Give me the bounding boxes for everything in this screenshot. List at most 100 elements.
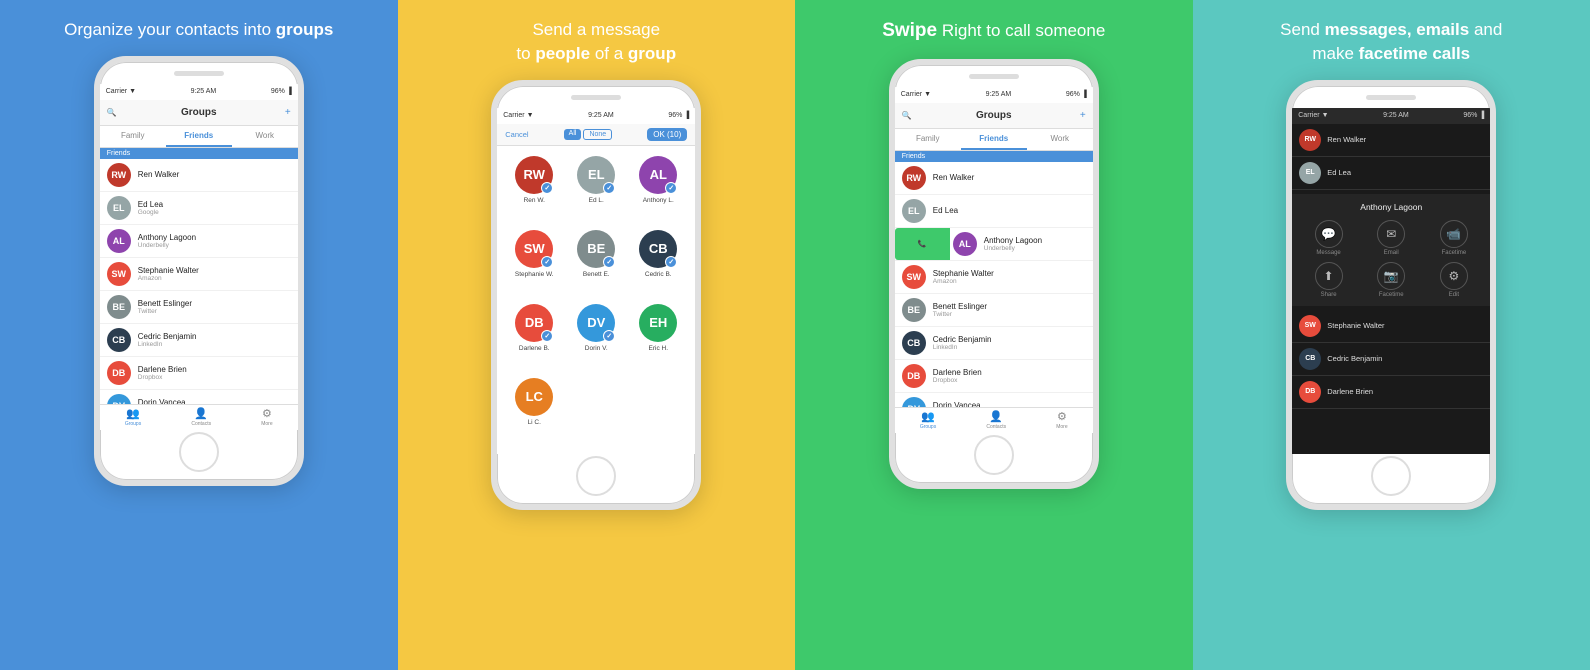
- search-icon-3[interactable]: 🔍: [902, 111, 912, 120]
- action-contact-name: Anthony Lagoon: [1300, 202, 1482, 212]
- contact-anthony-swipe[interactable]: 📞 AL Anthony Lagoon Underbelly: [895, 228, 1093, 261]
- more-icon-3: ⚙: [1057, 410, 1067, 423]
- grid-contact-sw[interactable]: SW✓ Stephanie W.: [507, 230, 561, 296]
- facetime2-label: Facetime: [1379, 292, 1404, 298]
- bottom-tab-groups-3[interactable]: 👥 Groups: [920, 410, 936, 430]
- grid-name-dv: Dorin V.: [585, 345, 608, 352]
- grid-contact-rw[interactable]: RW✓ Ren W.: [507, 156, 561, 222]
- bottom-tabs-3: 👥 Groups 👤 Contacts ⚙ More: [895, 407, 1093, 433]
- tab-family-3[interactable]: Family: [895, 129, 961, 150]
- dark-item-3[interactable]: SW Stephanie Walter: [1292, 310, 1490, 343]
- info-sw-3: Stephanie Walter Amazon: [933, 269, 1086, 285]
- contact-stephanie[interactable]: SW Stephanie Walter Amazon: [100, 258, 298, 291]
- tab-friends-1[interactable]: Friends: [166, 126, 232, 147]
- dark-name-2: Ed Lea: [1327, 168, 1351, 177]
- facetime2-action[interactable]: 📷 Facetime: [1363, 262, 1420, 298]
- dark-item-4[interactable]: CB Cedric Benjamin: [1292, 343, 1490, 376]
- dark-avatar-2: EL: [1299, 162, 1321, 184]
- grid-contact-el[interactable]: EL✓ Ed L.: [569, 156, 623, 222]
- grid-contact-dv[interactable]: DV✓ Dorin V.: [569, 304, 623, 370]
- edit-action[interactable]: ⚙ Edit: [1426, 262, 1483, 298]
- status-bar-3: Carrier ▼9:25 AM96% ▐: [895, 87, 1093, 103]
- avatar-al: AL: [107, 229, 131, 253]
- dark-item-5[interactable]: DB Darlene Brien: [1292, 376, 1490, 409]
- info-be-3: Benett Eslinger Twitter: [933, 302, 1086, 318]
- call-button[interactable]: 📞: [895, 228, 950, 260]
- contact-benett[interactable]: BE Benett Eslinger Twitter: [100, 291, 298, 324]
- none-button[interactable]: None: [583, 129, 612, 140]
- grid-name-db: Darlene B.: [519, 345, 550, 352]
- share-icon: ⬆: [1315, 262, 1343, 290]
- contact-grid: RW✓ Ren W. EL✓ Ed L. AL✓ Anthony L.: [497, 146, 695, 454]
- phone-3: Carrier ▼9:25 AM96% ▐ 🔍 Groups + Family …: [889, 59, 1099, 489]
- bottom-tab-contacts[interactable]: 👤 Contacts: [191, 407, 211, 427]
- panel-1-title: Organize your contacts into groups: [64, 18, 333, 42]
- contact-ed-lea[interactable]: EL Ed Lea Google: [100, 192, 298, 225]
- contact-darlene[interactable]: DB Darlene Brien Dropbox: [100, 357, 298, 390]
- avatar-sw-3: SW: [902, 265, 926, 289]
- phone-4: Carrier ▼9:25 AM96% ▐ RW Ren Walker EL E…: [1286, 80, 1496, 510]
- bottom-tab-more[interactable]: ⚙ More: [261, 407, 272, 427]
- contact-info-el: Ed Lea Google: [138, 200, 291, 216]
- ok-button[interactable]: OK (10): [647, 128, 687, 141]
- share-action[interactable]: ⬆ Share: [1300, 262, 1357, 298]
- avatar-rw: RW: [107, 163, 131, 187]
- grid-contact-be[interactable]: BE✓ Benett E.: [569, 230, 623, 296]
- tab-friends-3[interactable]: Friends: [961, 129, 1027, 150]
- bottom-tab-contacts-3[interactable]: 👤 Contacts: [986, 410, 1006, 430]
- tab-family-1[interactable]: Family: [100, 126, 166, 147]
- message-action[interactable]: 💬 Message: [1300, 220, 1357, 256]
- selection-bar: Cancel All None OK (10): [497, 124, 695, 146]
- facetime-action[interactable]: 📹 Facetime: [1426, 220, 1483, 256]
- email-icon: ✉: [1377, 220, 1405, 248]
- add-button-1[interactable]: +: [285, 107, 291, 118]
- contact-ren-walker[interactable]: RW Ren Walker: [100, 159, 298, 192]
- grid-name-eh: Eric H.: [649, 345, 669, 352]
- info-cb-3: Cedric Benjamin LinkedIn: [933, 335, 1086, 351]
- avatar-el-3: EL: [902, 199, 926, 223]
- contact-anthony[interactable]: AL Anthony Lagoon Underbelly: [100, 225, 298, 258]
- avatar-al-3: AL: [953, 232, 977, 256]
- section-friends-3: Friends: [895, 151, 1093, 162]
- grid-contact-lc[interactable]: LC Li C.: [507, 378, 561, 444]
- grid-avatar-al: AL✓: [639, 156, 677, 194]
- all-button[interactable]: All: [564, 129, 582, 140]
- tab-work-3[interactable]: Work: [1027, 129, 1093, 150]
- grid-contact-al[interactable]: AL✓ Anthony L.: [631, 156, 685, 222]
- cancel-button[interactable]: Cancel: [505, 130, 528, 139]
- contact-sub-db: Dropbox: [138, 374, 291, 381]
- dark-item-1[interactable]: RW Ren Walker: [1292, 124, 1490, 157]
- contact-info-al: Anthony Lagoon Underbelly: [138, 233, 291, 249]
- contact-ed-3[interactable]: EL Ed Lea: [895, 195, 1093, 228]
- contact-cedric-3[interactable]: CB Cedric Benjamin LinkedIn: [895, 327, 1093, 360]
- message-icon: 💬: [1315, 220, 1343, 248]
- dark-item-2[interactable]: EL Ed Lea: [1292, 157, 1490, 190]
- search-icon-1[interactable]: 🔍: [107, 108, 117, 117]
- section-friends-1: Friends: [100, 148, 298, 159]
- grid-contact-cb[interactable]: CB✓ Cedric B.: [631, 230, 685, 296]
- edit-icon: ⚙: [1440, 262, 1468, 290]
- grid-avatar-cb: CB✓: [639, 230, 677, 268]
- bottom-tab-contacts-label: Contacts: [191, 421, 211, 427]
- bottom-tab-groups[interactable]: 👥 Groups: [125, 407, 141, 427]
- grid-contact-db[interactable]: DB✓ Darlene B.: [507, 304, 561, 370]
- contact-sub-cb: LinkedIn: [138, 341, 291, 348]
- email-action[interactable]: ✉ Email: [1363, 220, 1420, 256]
- contact-darlene-3[interactable]: DB Darlene Brien Dropbox: [895, 360, 1093, 393]
- contact-benett-3[interactable]: BE Benett Eslinger Twitter: [895, 294, 1093, 327]
- add-button-3[interactable]: +: [1080, 110, 1086, 121]
- contact-stephanie-3[interactable]: SW Stephanie Walter Amazon: [895, 261, 1093, 294]
- grid-contact-eh[interactable]: EH Eric H.: [631, 304, 685, 370]
- bottom-tab-more-3[interactable]: ⚙ More: [1056, 410, 1067, 430]
- info-al-3: Anthony Lagoon Underbelly: [984, 236, 1086, 252]
- grid-avatar-sw: SW✓: [515, 230, 553, 268]
- contact-ren-3[interactable]: RW Ren Walker: [895, 162, 1093, 195]
- contacts-icon-3: 👤: [989, 410, 1003, 423]
- contact-info-rw: Ren Walker: [138, 170, 291, 179]
- dark-avatar-3: SW: [1299, 315, 1321, 337]
- contact-cedric[interactable]: CB Cedric Benjamin LinkedIn: [100, 324, 298, 357]
- tab-work-1[interactable]: Work: [232, 126, 298, 147]
- nav-bar-1: 🔍 Groups +: [100, 100, 298, 126]
- avatar-be: BE: [107, 295, 131, 319]
- name-cb-3: Cedric Benjamin: [933, 335, 1086, 344]
